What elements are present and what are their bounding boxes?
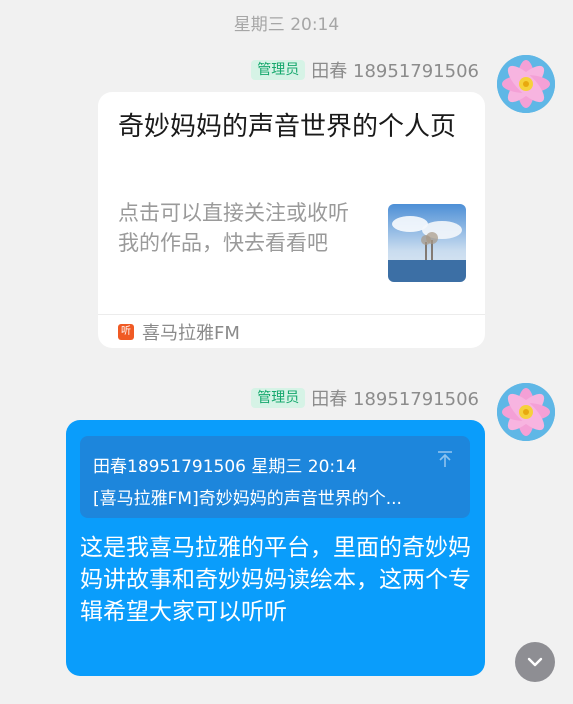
message-text: 这是我喜马拉雅的平台，里面的奇妙妈妈讲故事和奇妙妈妈读绘本，这两个专辑希望大家可… — [80, 535, 471, 625]
message-meta: 管理员 田春 18951791506 — [251, 385, 479, 411]
message-timestamp: 星期三 20:14 — [233, 15, 340, 35]
arrow-up-to-top-icon[interactable] — [434, 448, 456, 470]
card-title: 奇妙妈妈的声音世界的个人页 — [118, 112, 457, 142]
sender-name[interactable]: 田春 18951791506 — [311, 385, 479, 411]
sender-avatar[interactable] — [497, 383, 555, 441]
flower-avatar-icon — [497, 383, 555, 441]
flower-avatar-icon — [497, 55, 555, 113]
admin-badge: 管理员 — [251, 388, 306, 408]
card-divider — [98, 314, 485, 315]
chat-page: 星期三 20:14 管理员 田春 18951791506 奇妙妈妈的声音世界的个… — [0, 0, 573, 704]
card-thumbnail — [388, 204, 466, 282]
quote-body: [喜马拉雅FM]奇妙妈妈的声音世界的个... — [93, 489, 402, 509]
ximalaya-logo-icon: 听 — [118, 324, 134, 340]
card-source-label: 喜马拉雅FM — [142, 323, 240, 344]
scroll-to-bottom-button[interactable] — [515, 642, 555, 682]
share-card[interactable]: 奇妙妈妈的声音世界的个人页 点击可以直接关注或收听我的作品，快去看看吧 听 喜马… — [98, 92, 485, 348]
landscape-thumbnail-image — [388, 204, 466, 282]
card-source: 听 喜马拉雅FM — [118, 319, 240, 345]
message-bubble[interactable]: 田春18951791506 星期三 20:14 [喜马拉雅FM]奇妙妈妈的声音世… — [66, 420, 485, 676]
quote-header: 田春18951791506 星期三 20:14 — [93, 457, 357, 477]
card-description: 点击可以直接关注或收听我的作品，快去看看吧 — [118, 201, 349, 255]
sender-name[interactable]: 田春 18951791506 — [311, 57, 479, 83]
quoted-message[interactable]: 田春18951791506 星期三 20:14 [喜马拉雅FM]奇妙妈妈的声音世… — [80, 436, 470, 518]
message-meta: 管理员 田春 18951791506 — [251, 57, 479, 83]
sender-avatar[interactable] — [497, 55, 555, 113]
admin-badge: 管理员 — [251, 60, 306, 80]
chevron-down-icon — [527, 657, 543, 667]
